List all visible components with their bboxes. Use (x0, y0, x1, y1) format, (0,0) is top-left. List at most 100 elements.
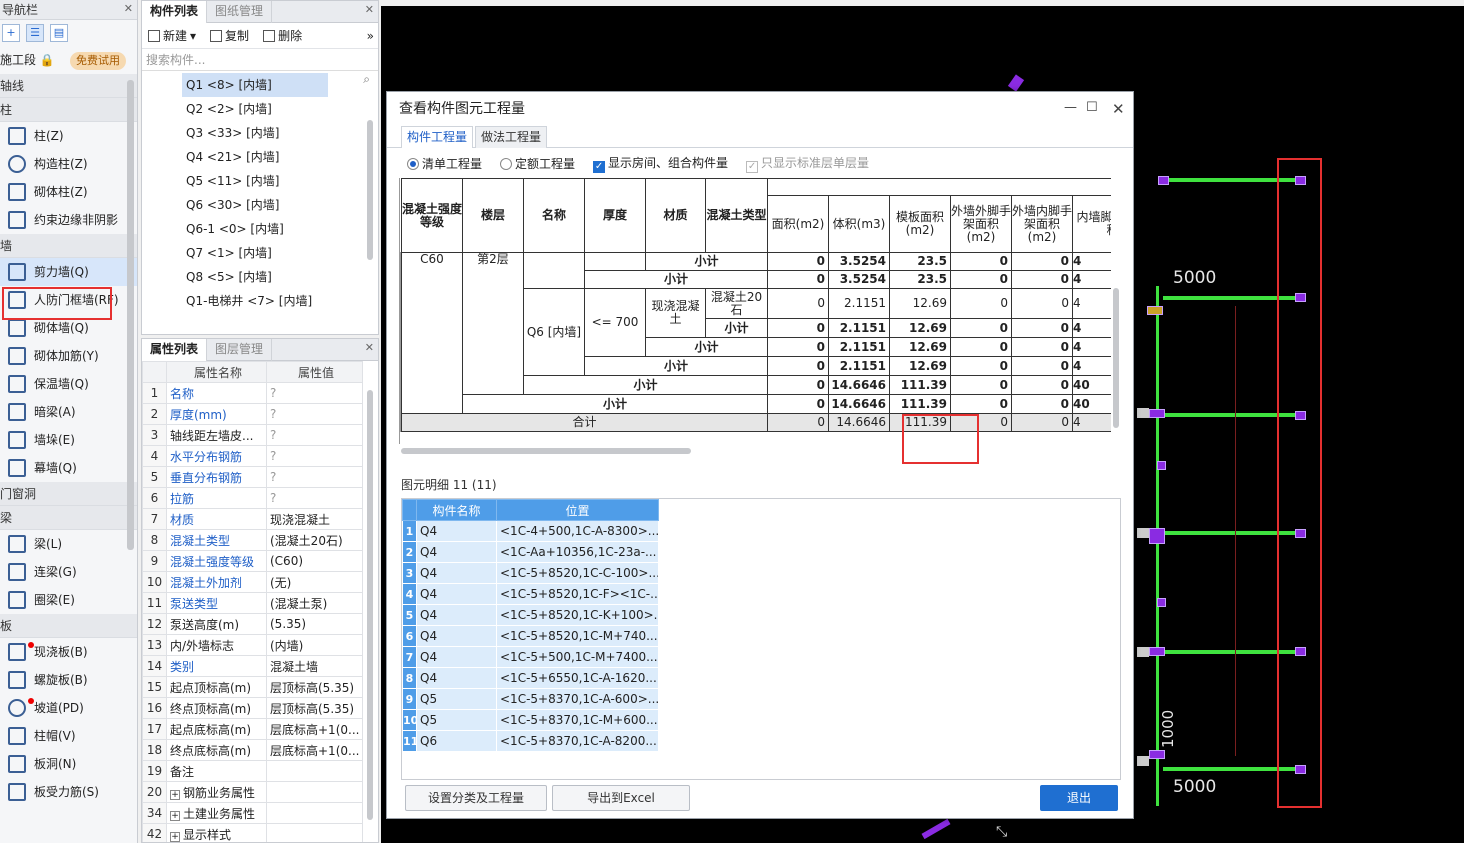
property-value[interactable]: (混凝土20石) (266, 529, 363, 551)
expand-icon[interactable]: + (170, 831, 180, 842)
nav-section-door[interactable]: 门窗洞 (0, 482, 137, 506)
nav-scrollbar[interactable] (127, 80, 134, 550)
property-value[interactable]: (C60) (266, 550, 363, 572)
tab-method-quantity[interactable]: 做法工程量 (475, 126, 548, 148)
property-value[interactable]: 层底标高+1(0... (266, 739, 363, 761)
property-row[interactable]: 17 起点底标高(m) 层底标高+1(0... (142, 718, 363, 740)
property-row[interactable]: 12 泵送高度(m) (5.35) (142, 613, 363, 635)
table-row[interactable]: 7 Q4 <1C-5+500,1C-M+7400... (402, 646, 659, 668)
property-row[interactable]: 42 + 显示样式 (142, 823, 363, 842)
property-row[interactable]: 4 水平分布钢筋? (142, 445, 363, 467)
search-icon[interactable]: ⌕ (363, 72, 370, 87)
close-icon[interactable]: ✕ (365, 342, 374, 354)
nav-item-hidden-beam[interactable]: 暗梁(A) (0, 398, 137, 426)
property-row[interactable]: 8 混凝土类型 (混凝土20石) (142, 529, 363, 551)
list-item[interactable]: Q1-电梯井 <7> [内墙] (182, 289, 328, 313)
table-row[interactable]: 4 Q4 <1C-5+8520,1C-F><1C-... (402, 583, 659, 605)
tab-component-quantity[interactable]: 构件工程量 (401, 126, 474, 148)
add-icon[interactable]: + (2, 24, 20, 42)
property-row[interactable]: 20 + 钢筋业务属性 (142, 781, 363, 803)
nav-item-curtain-wall[interactable]: 幕墙(Q) (0, 454, 137, 482)
table-row[interactable]: 6 Q4 <1C-5+8520,1C-M+740... (402, 625, 659, 647)
table-row[interactable]: 1 Q4 <1C-4+500,1C-A-8300>... (402, 520, 659, 542)
nav-item-slab-hole[interactable]: 板洞(N) (0, 750, 137, 778)
checkbox-standard-floor[interactable]: ✓ 只显示标准层单层量 (746, 154, 869, 173)
list-item[interactable]: Q8 <5> [内墙] (182, 265, 328, 289)
prop-scrollbar[interactable] (367, 390, 373, 820)
nav-item-edge-column[interactable]: 约束边缘非阴影 (0, 206, 137, 234)
property-value[interactable]: 现浇混凝土 (266, 508, 363, 530)
tab-component-list[interactable]: 构件列表 (142, 1, 208, 23)
property-value[interactable] (266, 781, 363, 803)
property-value[interactable]: ? (266, 487, 363, 509)
expand-icon[interactable]: + (170, 789, 180, 800)
nav-item-spiral-slab[interactable]: 螺旋板(B) (0, 666, 137, 694)
more-icon[interactable]: » (367, 29, 374, 43)
nav-item-wall-pier[interactable]: 墙垛(E) (0, 426, 137, 454)
export-excel-button[interactable]: 导出到Excel (552, 785, 690, 811)
property-value[interactable]: 混凝土墙 (266, 655, 363, 677)
tab-property-list[interactable]: 属性列表 (142, 339, 208, 361)
property-row[interactable]: 7 材质 现浇混凝土 (142, 508, 363, 530)
expand-icon[interactable]: + (170, 810, 180, 821)
property-value[interactable]: (混凝土泵) (266, 592, 363, 614)
copy-button[interactable]: 复制 (210, 27, 249, 44)
property-row[interactable]: 18 终点底标高(m) 层底标高+1(0... (142, 739, 363, 761)
list-item[interactable]: Q7 <1> [内墙] (182, 241, 328, 265)
nav-item-column[interactable]: 柱(Z) (0, 122, 137, 150)
property-row[interactable]: 5 垂直分布钢筋? (142, 466, 363, 488)
nav-section-wall[interactable]: 墙 (0, 234, 137, 258)
new-button[interactable]: 新建 ▾ (148, 27, 196, 44)
tab-drawing-manage[interactable]: 图纸管理 (207, 1, 273, 23)
list-item[interactable]: Q1 <8> [内墙] (182, 73, 328, 97)
table-row[interactable]: 9 Q5 <1C-5+8370,1C-A-600>... (402, 688, 659, 710)
tab-layer-manage[interactable]: 图层管理 (207, 339, 273, 361)
nav-item-shear-wall[interactable]: 剪力墙(Q) (0, 258, 137, 286)
property-row[interactable]: 34 + 土建业务属性 (142, 802, 363, 824)
table-row[interactable]: 2 Q4 <1C-Aa+10356,1C-23a-... (402, 541, 659, 563)
list-item[interactable]: Q5 <11> [内墙] (182, 169, 328, 193)
settings-button[interactable]: 设置分类及工程量 (405, 785, 547, 811)
property-value[interactable] (266, 823, 363, 842)
nav-item-ramp[interactable]: 坡道(PD) (0, 694, 137, 722)
property-value[interactable]: ? (266, 382, 363, 404)
nav-item-cast-slab[interactable]: 现浇板(B) (0, 638, 137, 666)
nav-item-slab-rebar[interactable]: 板受力筋(S) (0, 778, 137, 806)
table-row[interactable]: 8 Q4 <1C-5+6550,1C-A-1620... (402, 667, 659, 689)
nav-section-beam[interactable]: 梁 (0, 506, 137, 530)
nav-row-segment[interactable]: 施工段 🔒 免费试用 (0, 46, 137, 74)
property-value[interactable]: ? (266, 403, 363, 425)
close-icon[interactable]: ✕ (365, 4, 374, 16)
property-value[interactable] (266, 802, 363, 824)
property-row[interactable]: 14 类别 混凝土墙 (142, 655, 363, 677)
nav-item-column-cap[interactable]: 柱帽(V) (0, 722, 137, 750)
search-input[interactable]: 搜索构件... (142, 49, 378, 71)
property-value[interactable]: ? (266, 424, 363, 446)
property-value[interactable]: 层顶标高(5.35) (266, 697, 363, 719)
table-row[interactable]: 5 Q4 <1C-5+8520,1C-K+100>... (402, 604, 659, 626)
property-row[interactable]: 16 终点顶标高(m) 层顶标高(5.35) (142, 697, 363, 719)
list-item[interactable]: Q6 <30> [内墙] (182, 193, 328, 217)
radio-quota-quantity[interactable]: 定额工程量 (500, 155, 575, 172)
nav-section-column[interactable]: 柱 (0, 98, 137, 122)
detail-view-icon[interactable]: ▤ (50, 24, 68, 42)
list-item[interactable]: Q6-1 <0> [内墙] (182, 217, 328, 241)
list-item[interactable]: Q3 <33> [内墙] (182, 121, 328, 145)
property-row[interactable]: 2 厚度(mm)? (142, 403, 363, 425)
property-row[interactable]: 19 备注 (142, 760, 363, 782)
close-icon[interactable]: ✕ (1112, 100, 1125, 118)
nav-section-axis[interactable]: 轴线 (0, 74, 137, 98)
property-row[interactable]: 6 拉筋? (142, 487, 363, 509)
property-row[interactable]: 1 名称? (142, 382, 363, 404)
property-row[interactable]: 3 轴线距左墙皮...? (142, 424, 363, 446)
nav-item-masonry-column[interactable]: 砌体柱(Z) (0, 178, 137, 206)
minimize-icon[interactable]: — (1064, 100, 1077, 115)
property-value[interactable]: (内墙) (266, 634, 363, 656)
list-item[interactable]: Q2 <2> [内墙] (182, 97, 328, 121)
fullscreen-icon[interactable]: ⤡ (996, 824, 1007, 840)
nav-section-slab[interactable]: 板 (0, 614, 137, 638)
nav-item-link-beam[interactable]: 连梁(G) (0, 558, 137, 586)
list-item[interactable]: Q4 <21> [内墙] (182, 145, 328, 169)
table-row[interactable]: 10Q5<1C-5+8370,1C-M+600... (402, 709, 659, 731)
delete-button[interactable]: 删除 (263, 27, 302, 44)
